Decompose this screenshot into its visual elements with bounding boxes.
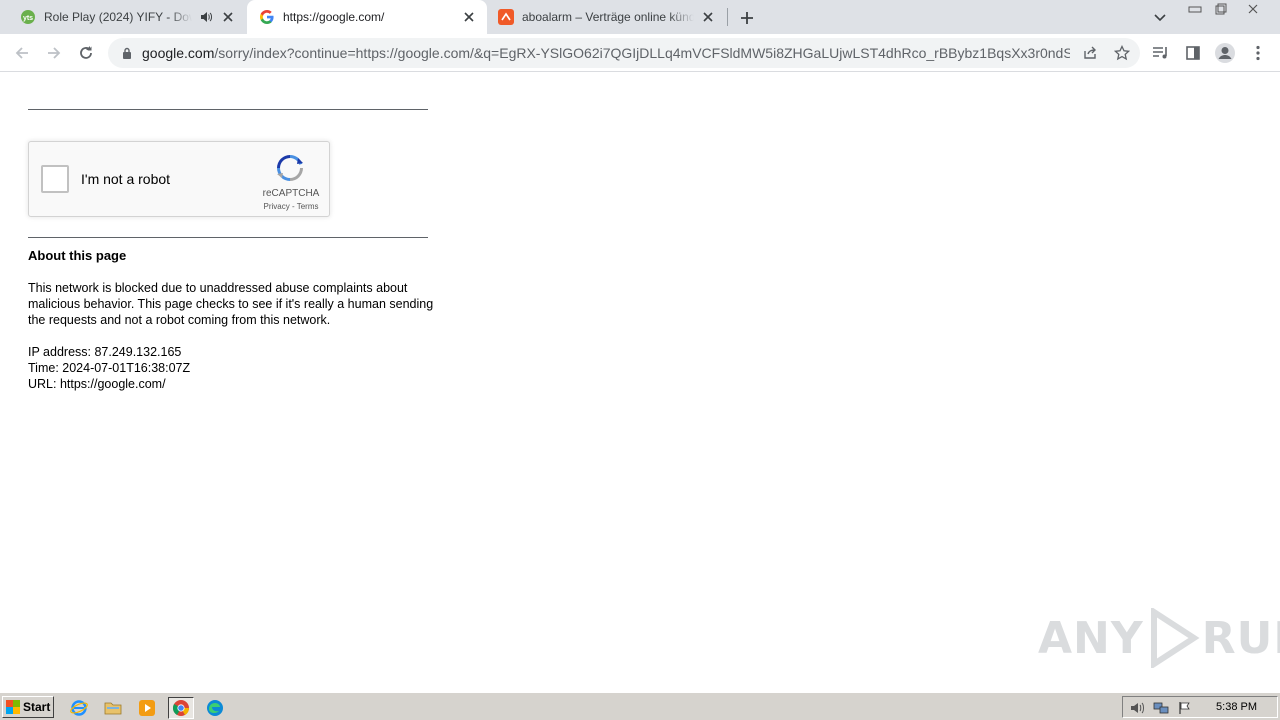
page-content: I'm not a robot reCAPTCHA Privacy - Term… (0, 72, 1280, 692)
close-icon[interactable] (700, 9, 716, 25)
page-url: URL: https://google.com/ (28, 377, 166, 391)
window-close-icon[interactable] (1240, 0, 1266, 18)
url-text[interactable]: google.com/sorry/index?continue=https://… (142, 45, 1070, 61)
tab-aboalarm[interactable]: aboalarm – Verträge online kündigen (488, 0, 726, 34)
edge-icon[interactable] (204, 697, 226, 719)
speaker-icon[interactable] (198, 9, 214, 25)
reload-icon (80, 46, 92, 59)
forward-button[interactable] (40, 39, 68, 67)
recaptcha-logo-icon (277, 155, 303, 181)
watermark-left: ANY (1038, 612, 1144, 664)
taskbar: Start 5:38 PM (0, 692, 1280, 720)
chrome-taskbar-icon[interactable] (168, 697, 194, 719)
start-label: Start (23, 700, 51, 714)
side-panel-button[interactable] (1179, 39, 1207, 67)
clock: 5:38 PM (1216, 701, 1257, 713)
separator: - (289, 202, 297, 211)
play-logo-icon (1150, 608, 1200, 668)
media-control-button[interactable] (1147, 39, 1175, 67)
back-button[interactable] (8, 39, 36, 67)
recaptcha-brand: reCAPTCHA (262, 188, 320, 199)
tab-strip: yts Role Play (2024) YIFY - Download htt… (0, 0, 1280, 34)
divider (28, 109, 428, 110)
avatar-icon (1215, 43, 1235, 63)
watermark-right: RUN (1201, 612, 1280, 664)
system-tray: 5:38 PM (1122, 696, 1278, 718)
yts-icon: yts (20, 9, 36, 25)
share-icon[interactable] (1080, 43, 1100, 63)
timestamp: Time: 2024-07-01T16:38:07Z (28, 361, 191, 375)
browser-toolbar: google.com/sorry/index?continue=https://… (0, 34, 1280, 72)
tab-role-play[interactable]: yts Role Play (2024) YIFY - Download (8, 0, 246, 34)
ie-icon[interactable] (68, 697, 90, 719)
tab-title: https://google.com/ (283, 10, 385, 24)
lock-icon[interactable] (120, 46, 134, 60)
anyrun-watermark: ANY RUN (1038, 608, 1280, 668)
windows-flag-icon (6, 700, 20, 714)
menu-button[interactable] (1244, 39, 1272, 67)
network-icon[interactable] (1153, 700, 1169, 716)
reload-button[interactable] (72, 39, 100, 67)
arrow-left-icon (15, 47, 28, 59)
chevron-down-icon[interactable] (1150, 8, 1170, 28)
action-center-flag-icon[interactable] (1177, 700, 1193, 716)
star-icon[interactable] (1112, 43, 1132, 63)
about-body: This network is blocked due to unaddress… (28, 281, 434, 327)
minimize-icon[interactable] (1182, 0, 1208, 18)
new-tab-button[interactable] (736, 7, 758, 29)
recaptcha-checkbox[interactable] (41, 165, 69, 193)
address-bar[interactable]: google.com/sorry/index?continue=https://… (108, 38, 1140, 68)
tab-separator (727, 8, 728, 26)
terms-link[interactable]: Terms (297, 202, 319, 211)
recaptcha-widget: I'm not a robot reCAPTCHA Privacy - Term… (28, 141, 330, 217)
about-title: About this page (28, 248, 127, 263)
tab-title: aboalarm – Verträge online kündigen (522, 10, 694, 24)
tab-title: Role Play (2024) YIFY - Download (44, 10, 192, 24)
kebab-menu-icon (1256, 45, 1260, 61)
tab-google[interactable]: https://google.com/ (247, 0, 487, 34)
media-queue-icon (1153, 47, 1167, 59)
arrow-right-icon (48, 47, 61, 59)
folder-icon[interactable] (102, 697, 124, 719)
recaptcha-label: I'm not a robot (81, 171, 171, 187)
recaptcha-links: Privacy - Terms (251, 202, 331, 211)
profile-button[interactable] (1211, 39, 1239, 67)
aboalarm-icon (498, 9, 514, 25)
divider (28, 237, 428, 238)
close-icon[interactable] (461, 9, 477, 25)
start-button[interactable]: Start (2, 696, 54, 718)
volume-icon[interactable] (1129, 700, 1145, 716)
close-icon[interactable] (220, 9, 236, 25)
restore-icon[interactable] (1208, 0, 1234, 18)
side-panel-icon (1186, 46, 1200, 60)
media-player-icon[interactable] (136, 697, 158, 719)
svg-text:yts: yts (23, 15, 33, 22)
ip-address: IP address: 87.249.132.165 (28, 345, 182, 359)
privacy-link[interactable]: Privacy (264, 202, 290, 211)
google-g-icon (259, 9, 275, 25)
